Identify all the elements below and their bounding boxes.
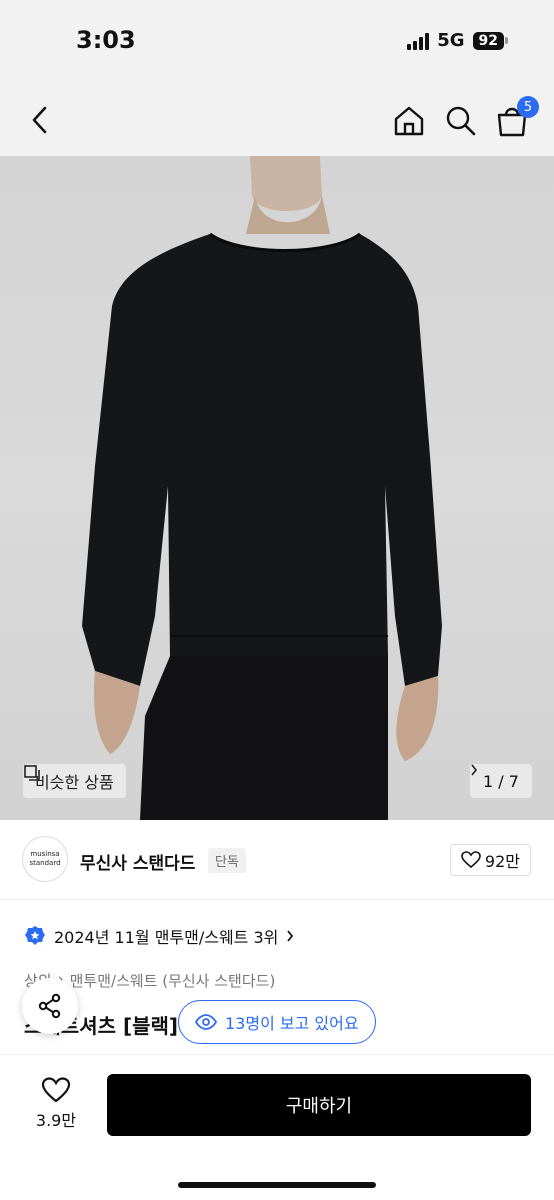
image-counter[interactable]: 1 / 7 [470, 764, 532, 798]
eye-icon [195, 1014, 217, 1030]
top-nav: 5 [0, 84, 554, 156]
viewers-text: 13명이 보고 있어요 [225, 1014, 359, 1033]
status-bar: 3:03 5G 92 [0, 0, 554, 84]
brand-logo[interactable]: musinsa standard [22, 836, 68, 882]
similar-products-label: 비슷한 상품 [35, 773, 114, 792]
product-image-gallery[interactable]: 비슷한 상품 1 / 7 [0, 156, 554, 820]
heart-icon [461, 851, 481, 869]
ranking-link[interactable]: 2024년 11월 맨투맨/스웨트 3위 [24, 924, 294, 948]
brand-like-button[interactable]: 92만 [449, 844, 531, 876]
battery-level: 92 [472, 31, 504, 50]
cart-count-badge: 5 [517, 96, 539, 118]
viewers-indicator: 13명이 보고 있어요 [178, 1000, 376, 1044]
search-icon [446, 106, 476, 136]
share-icon [38, 993, 61, 1019]
cart-button[interactable]: 5 [493, 96, 539, 140]
brand-like-count: 92만 [484, 852, 520, 871]
chevron-right-icon [287, 930, 294, 942]
status-indicators: 5G 92 [407, 30, 508, 51]
brand-row: musinsa standard 무신사 스탠다드 단독 92만 [0, 820, 554, 900]
breadcrumb-level2[interactable]: 맨투맨/스웨트 (무신사 스탠다드) [70, 970, 276, 991]
brand-logo-line2: standard [29, 859, 61, 867]
brand-logo-line1: musinsa [30, 850, 60, 858]
search-button[interactable] [442, 102, 480, 140]
battery-icon: 92 [472, 31, 508, 50]
product-like-count: 3.9만 [35, 1111, 77, 1130]
back-button[interactable] [22, 102, 58, 138]
network-type: 5G [437, 30, 465, 51]
home-icon [394, 106, 424, 136]
similar-icon [24, 765, 40, 781]
status-time: 3:03 [76, 26, 136, 54]
similar-products-button[interactable]: 비슷한 상품 [23, 764, 126, 798]
rank-badge-icon [25, 926, 45, 945]
chevron-right-icon [471, 764, 478, 776]
brand-name[interactable]: 무신사 스탠다드 [80, 849, 195, 874]
buy-button[interactable]: 구매하기 [107, 1074, 531, 1136]
ranking-text: 2024년 11월 맨투맨/스웨트 3위 [54, 928, 279, 947]
product-like-button[interactable]: 3.9만 [28, 1077, 84, 1131]
home-indicator [178, 1182, 376, 1188]
back-icon [32, 106, 47, 134]
signal-icon [407, 32, 430, 50]
share-button[interactable] [22, 978, 78, 1034]
image-counter-text: 1 / 7 [483, 771, 519, 791]
home-button[interactable] [390, 102, 428, 140]
bottom-action-bar: 3.9만 구매하기 [0, 1054, 554, 1200]
heart-icon [41, 1077, 71, 1103]
product-photo [82, 156, 442, 820]
exclusive-badge: 단독 [208, 848, 246, 873]
